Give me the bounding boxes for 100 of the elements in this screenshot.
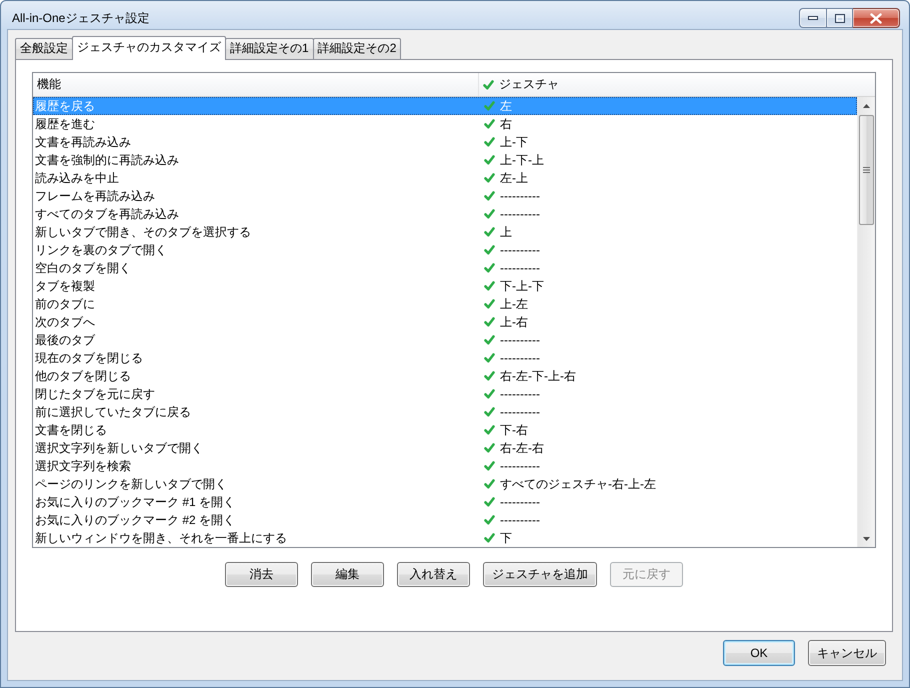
- dialog-button[interactable]: OK: [723, 640, 795, 666]
- function-text: タブを複製: [34, 278, 95, 294]
- gesture-text: 上-左: [500, 296, 528, 312]
- list-row[interactable]: 選択文字列を新しいタブで開く 右-左-右: [33, 439, 857, 457]
- list-row[interactable]: 前のタブに 上-左: [33, 295, 857, 313]
- minimize-button[interactable]: [799, 8, 826, 28]
- gesture-text: ----------: [500, 188, 540, 204]
- gesture-text: ----------: [500, 404, 540, 420]
- list-row[interactable]: 文書を再読み込み 上-下: [33, 133, 857, 151]
- function-text: 前のタブに: [34, 296, 95, 312]
- list-row[interactable]: タブを複製 下-上-下: [33, 277, 857, 295]
- action-button[interactable]: 消去: [225, 562, 298, 587]
- gesture-text: 左-上: [500, 170, 528, 186]
- scrollbar-thumb[interactable]: [859, 115, 874, 225]
- gesture-text: 下: [500, 530, 512, 546]
- tab[interactable]: 全般設定: [15, 38, 73, 59]
- gesture-text: すべてのジェスチャ-右-上-左: [500, 476, 656, 492]
- function-text: お気に入りのブックマーク #2 を開く: [34, 512, 236, 528]
- check-icon: [483, 80, 494, 90]
- list-row[interactable]: フレームを再読み込み ----------: [33, 187, 857, 205]
- grip-icon: [863, 167, 870, 173]
- function-text: 選択文字列を新しいタブで開く: [34, 440, 203, 456]
- gesture-text: ----------: [500, 458, 540, 474]
- tab[interactable]: ジェスチャのカスタマイズ: [72, 36, 226, 60]
- function-text: 新しいウィンドウを開き、それを一番上にする: [34, 530, 287, 546]
- scrollbar[interactable]: [857, 97, 875, 547]
- function-text: 前に選択していたタブに戻る: [34, 404, 191, 420]
- function-text: フレームを再読み込み: [34, 188, 155, 204]
- list-row[interactable]: 選択文字列を検索 ----------: [33, 457, 857, 475]
- function-text: 文書を閉じる: [34, 422, 107, 438]
- function-text: 他のタブを閉じる: [34, 368, 131, 384]
- gesture-text: 右-左-下-上-右: [500, 368, 576, 384]
- list-row[interactable]: お気に入りのブックマーク #1 を開く ----------: [33, 493, 857, 511]
- list-row[interactable]: 他のタブを閉じる 右-左-下-上-右: [33, 367, 857, 385]
- gesture-text: 上-右: [500, 314, 528, 330]
- list-row[interactable]: リンクを裏のタブで開く ----------: [33, 241, 857, 259]
- list-row[interactable]: 最後のタブ ----------: [33, 331, 857, 349]
- column-header-label: ジェスチャ: [499, 76, 559, 93]
- list-row[interactable]: 読み込みを中止 左-上: [33, 169, 857, 187]
- function-text: 最後のタブ: [34, 332, 95, 348]
- list-row[interactable]: ページのリンクを新しいタブで開く すべてのジェスチャ-右-上-左: [33, 475, 857, 493]
- list-row[interactable]: 文書を閉じる 下-右: [33, 421, 857, 439]
- list-row[interactable]: 前に選択していたタブに戻る ----------: [33, 403, 857, 421]
- gesture-text: ----------: [500, 242, 540, 258]
- list-row[interactable]: 次のタブへ 上-右: [33, 313, 857, 331]
- list-row[interactable]: すべてのタブを再読み込み ----------: [33, 205, 857, 223]
- column-header[interactable]: ジェスチャ: [479, 73, 559, 96]
- function-text: 履歴を戻る: [34, 98, 95, 114]
- function-text: 文書を再読み込み: [34, 134, 131, 150]
- maximize-button[interactable]: [826, 8, 853, 28]
- tab[interactable]: 詳細設定その1: [225, 38, 314, 59]
- column-header[interactable]: 機能: [33, 73, 479, 96]
- window-title: All-in-Oneジェスチャ設定: [12, 11, 150, 26]
- gesture-text: ----------: [500, 260, 540, 276]
- gesture-text: 右-左-右: [500, 440, 544, 456]
- gesture-text: 下-右: [500, 422, 528, 438]
- gesture-text: 上-下: [500, 134, 528, 150]
- action-button[interactable]: 編集: [311, 562, 384, 587]
- function-text: 閉じたタブを元に戻す: [34, 386, 155, 402]
- function-text: リンクを裏のタブで開く: [34, 242, 167, 258]
- function-text: 読み込みを中止: [34, 170, 119, 186]
- up-arrow-icon[interactable]: [863, 104, 870, 108]
- minimize-icon: [808, 16, 818, 20]
- gesture-text: 左: [500, 98, 512, 114]
- action-button[interactable]: ジェスチャを追加: [483, 562, 597, 587]
- function-text: 新しいタブで開き、そのタブを選択する: [34, 224, 251, 240]
- function-text: 空白のタブを開く: [34, 260, 131, 276]
- gesture-text: ----------: [500, 350, 540, 366]
- list-row[interactable]: 文書を強制的に再読み込み 上-下-上: [33, 151, 857, 169]
- dialog-button[interactable]: キャンセル: [808, 640, 886, 666]
- list-row[interactable]: 空白のタブを開く ----------: [33, 259, 857, 277]
- gesture-text: ----------: [500, 332, 540, 348]
- function-text: お気に入りのブックマーク #1 を開く: [34, 494, 236, 510]
- close-button[interactable]: [853, 8, 900, 28]
- list-row[interactable]: お気に入りのブックマーク #2 を開く ----------: [33, 511, 857, 529]
- function-text: 文書を強制的に再読み込み: [34, 152, 179, 168]
- gesture-text: ----------: [500, 206, 540, 222]
- gesture-text: 右: [500, 116, 512, 132]
- down-arrow-icon[interactable]: [863, 536, 870, 540]
- list-row[interactable]: 現在のタブを閉じる ----------: [33, 349, 857, 367]
- gesture-text: 上-下-上: [500, 152, 544, 168]
- gesture-text: 上: [500, 224, 512, 240]
- maximize-icon: [834, 14, 844, 22]
- list-row[interactable]: 新しいタブで開き、そのタブを選択する 上: [33, 223, 857, 241]
- gesture-text: 下-上-下: [500, 278, 544, 294]
- close-icon: [870, 12, 882, 24]
- function-text: ページのリンクを新しいタブで開く: [34, 476, 227, 492]
- gesture-text: ----------: [500, 494, 540, 510]
- gesture-text: ----------: [500, 386, 540, 402]
- list-row[interactable]: 閉じたタブを元に戻す ----------: [33, 385, 857, 403]
- function-text: 現在のタブを閉じる: [34, 350, 143, 366]
- function-text: 選択文字列を検索: [34, 458, 131, 474]
- list-row[interactable]: 履歴を進む 右: [33, 115, 857, 133]
- gesture-text: ----------: [500, 512, 540, 528]
- function-text: すべてのタブを再読み込み: [34, 206, 179, 222]
- list-row[interactable]: 新しいウィンドウを開き、それを一番上にする 下: [33, 529, 857, 547]
- tab[interactable]: 詳細設定その2: [312, 38, 402, 59]
- function-text: 次のタブへ: [34, 314, 95, 330]
- function-text: 履歴を進む: [34, 116, 95, 132]
- action-button[interactable]: 入れ替え: [397, 562, 470, 587]
